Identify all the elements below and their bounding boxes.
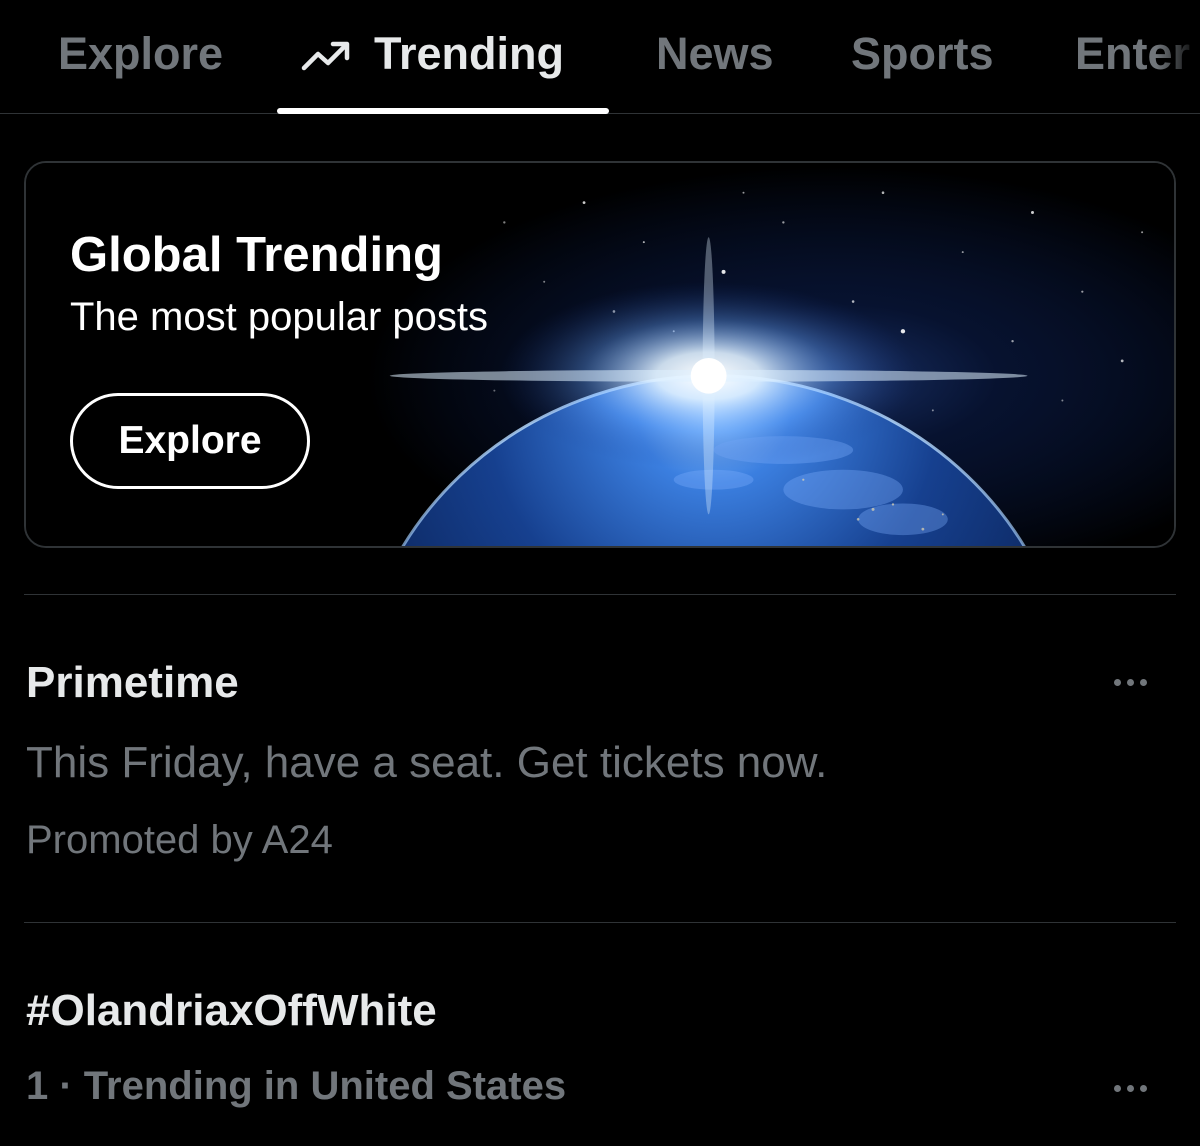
tab-trending-label: Trending xyxy=(374,28,564,79)
promoted-by-label: Promoted by A24 xyxy=(26,818,333,862)
hero-subtitle: The most popular posts xyxy=(70,295,488,339)
tab-sports[interactable]: Sports xyxy=(851,24,994,84)
more-horizontal-icon xyxy=(1113,1084,1121,1092)
tab-explore[interactable]: Explore xyxy=(58,24,223,84)
trend-title: #OlandriaxOffWhite xyxy=(26,986,437,1035)
more-horizontal-icon xyxy=(1113,678,1121,686)
trend-title: Primetime xyxy=(26,658,239,707)
more-horizontal-icon-dot xyxy=(1139,678,1147,686)
tab-trending[interactable]: Trending xyxy=(300,24,564,84)
tab-news[interactable]: News xyxy=(656,24,774,84)
more-horizontal-icon-dot xyxy=(1139,1084,1147,1092)
more-options-button[interactable] xyxy=(1100,1068,1160,1108)
top-tab-bar: Explore Trending News Sports Enter xyxy=(0,0,1200,114)
more-options-button[interactable] xyxy=(1100,662,1160,702)
trend-description: This Friday, have a seat. Get tickets no… xyxy=(26,738,828,787)
divider xyxy=(24,594,1176,595)
more-horizontal-icon-dot xyxy=(1126,1084,1134,1092)
global-trending-card[interactable]: Global Trending The most popular posts E… xyxy=(24,161,1176,548)
trend-rank-location: 1 · Trending in United States xyxy=(26,1064,567,1108)
hero-title: Global Trending xyxy=(70,228,443,282)
active-tab-indicator xyxy=(277,108,609,114)
more-horizontal-icon-dot xyxy=(1126,678,1134,686)
explore-button[interactable]: Explore xyxy=(70,393,310,489)
trending-up-icon xyxy=(301,41,350,71)
divider xyxy=(24,922,1176,923)
tab-entertainment[interactable]: Enter xyxy=(1075,24,1200,84)
